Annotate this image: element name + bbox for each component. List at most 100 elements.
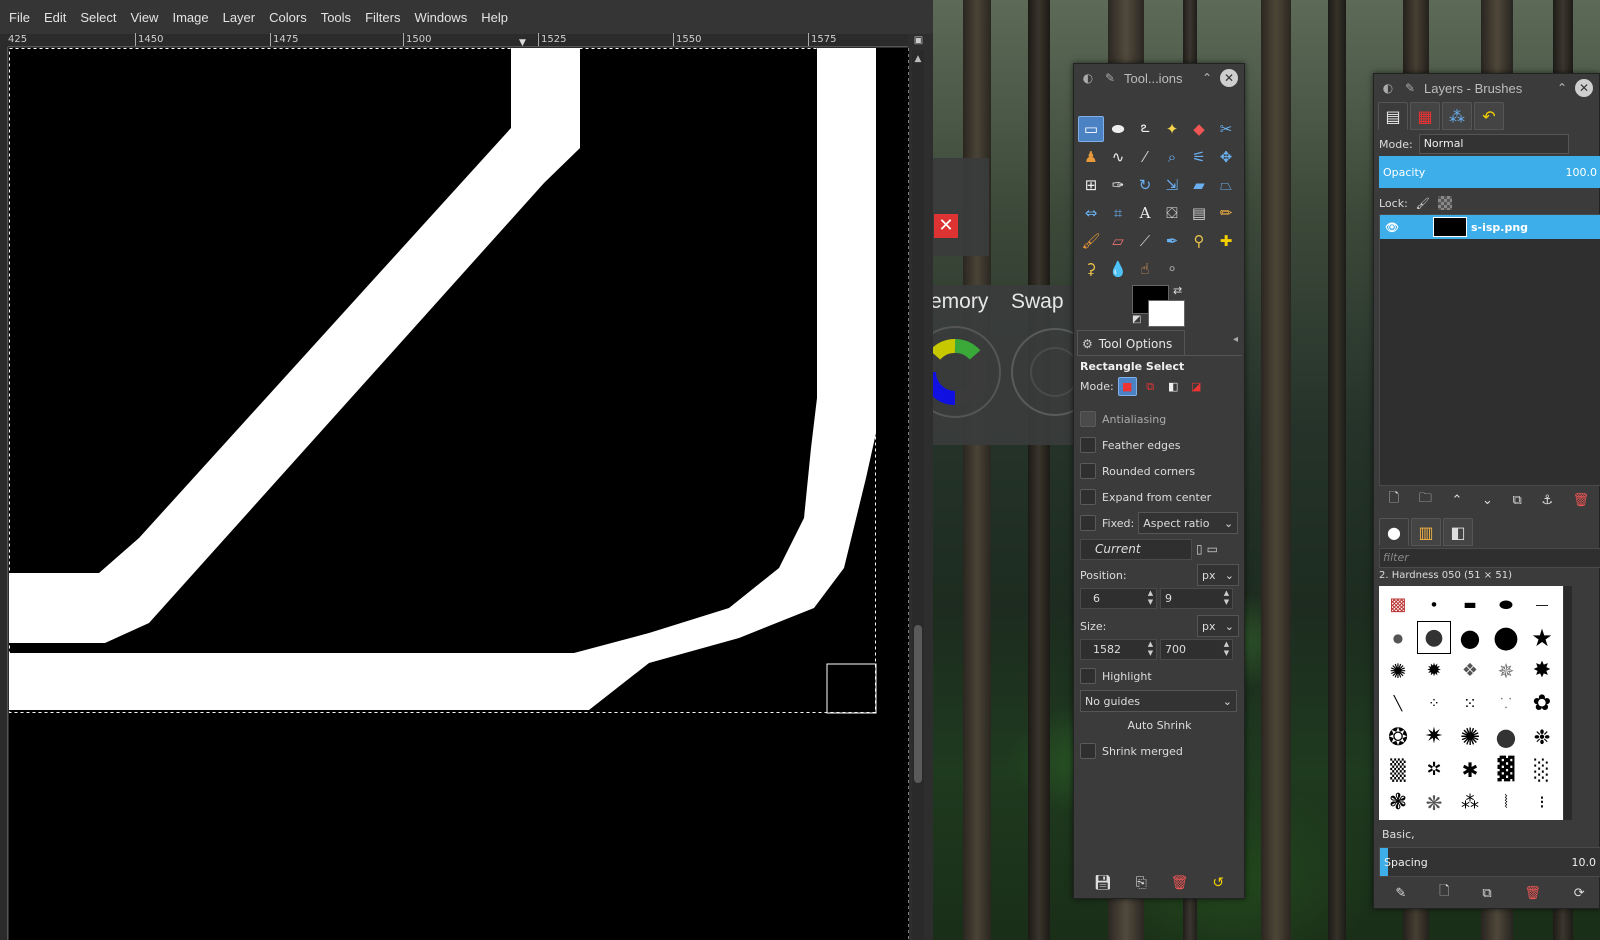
brush-item[interactable]: ✵ (1489, 654, 1523, 687)
alignment-tool-icon[interactable]: ⊞ (1078, 172, 1104, 198)
raise-layer-icon[interactable]: ⌃ (1451, 493, 1462, 508)
brush-item[interactable]: ❋ (1417, 786, 1451, 819)
edit-brush-icon[interactable]: ✎ (1395, 886, 1406, 901)
pin-icon[interactable]: ✎ (1402, 80, 1418, 96)
antialiasing-option[interactable]: Antialiasing (1080, 406, 1239, 432)
portrait-icon[interactable]: ▯ (1196, 542, 1203, 556)
flip-tool-icon[interactable]: ⇔ (1078, 200, 1104, 226)
delete-layer-icon[interactable]: 🗑︎ (1573, 493, 1590, 508)
brush-item[interactable]: ● (1381, 621, 1415, 654)
tab-tool-options[interactable]: ⚙ Tool Options (1077, 330, 1185, 356)
crop-tool-icon[interactable]: ✑ (1105, 172, 1131, 198)
horizontal-ruler[interactable]: 425 1450 1475 1500 1525 1550 1575 ▼ (8, 33, 908, 48)
brush-item[interactable]: ❉ (1525, 720, 1559, 753)
move-tool-icon[interactable]: ✥ (1213, 144, 1239, 170)
guides-dropdown[interactable]: No guides ⌄ (1080, 690, 1237, 712)
swap-colors-icon[interactable]: ⇄ (1173, 284, 1182, 297)
rounded-corners-option[interactable]: Rounded corners (1080, 458, 1239, 484)
brush-item[interactable]: ⸪ (1489, 687, 1523, 720)
menu-help[interactable]: Help (474, 10, 515, 25)
brush-item[interactable]: ✷ (1417, 720, 1451, 753)
brush-item[interactable]: ❃ (1381, 786, 1415, 819)
pencil-tool-icon[interactable]: ✏ (1213, 200, 1239, 226)
highlight-option[interactable]: Highlight (1080, 663, 1239, 689)
close-icon[interactable]: ✕ (934, 214, 958, 238)
default-colors-icon[interactable]: ◩ (1132, 314, 1141, 325)
menu-filters[interactable]: Filters (358, 10, 407, 25)
paintbrush-tool-icon[interactable]: 🖌 (1078, 228, 1104, 254)
delete-brush-icon[interactable]: 🗑︎ (1524, 886, 1541, 901)
brush-item[interactable]: ● (1417, 588, 1451, 621)
antialiasing-checkbox[interactable] (1080, 411, 1096, 427)
brush-item[interactable]: ❂ (1381, 720, 1415, 753)
mode-subtract-icon[interactable]: ◧ (1164, 377, 1183, 396)
free-select-tool-icon[interactable]: ఽ (1132, 116, 1158, 142)
new-layer-group-icon[interactable]: 🗀 (1419, 489, 1432, 511)
tab-gradients[interactable]: ◧ (1443, 518, 1473, 546)
brush-item[interactable]: ░ (1525, 753, 1559, 786)
collapse-icon[interactable]: ⌃ (1555, 81, 1569, 95)
quick-mask-toggle[interactable] (0, 34, 8, 47)
tab-patterns[interactable]: ▥ (1411, 518, 1441, 546)
pin-icon[interactable]: ✎ (1102, 70, 1118, 86)
brush-item[interactable]: ▩ (1381, 588, 1415, 621)
scroll-up-icon[interactable]: ▲ (912, 54, 924, 66)
position-unit-dropdown[interactable]: px ⌄ (1197, 564, 1239, 586)
layers-dock-header[interactable]: ◐ ✎ Layers - Brushes ⌃ ✕ (1374, 74, 1599, 102)
vertical-scrollbar[interactable]: ▲ (912, 50, 924, 940)
opacity-slider[interactable]: Opacity 100.0 (1379, 156, 1600, 188)
scale-tool-icon[interactable]: ⇲ (1159, 172, 1185, 198)
brush-item[interactable]: ✺ (1453, 720, 1487, 753)
restore-preset-icon[interactable]: ⎘ (1136, 875, 1147, 891)
brush-filter-input[interactable]: filter (1379, 548, 1600, 568)
save-preset-icon[interactable]: 💾︎ (1094, 875, 1112, 891)
brush-item[interactable]: ● (1489, 620, 1523, 655)
heal-tool-icon[interactable]: ✚ (1213, 228, 1239, 254)
mode-replace-icon[interactable]: ■ (1117, 377, 1137, 396)
zoom-tool-icon[interactable]: ⌕ (1159, 144, 1185, 170)
tab-brushes[interactable]: ● (1379, 518, 1409, 546)
brush-item[interactable]: ✹ (1417, 654, 1451, 687)
toolbox-header[interactable]: ◐ ✎ Tool...ions ⌃ ✕ (1074, 64, 1244, 92)
select-by-color-tool-icon[interactable]: ◆ (1186, 116, 1212, 142)
brush-item[interactable]: ✱ (1453, 753, 1487, 786)
paths-tool-icon[interactable]: ∿ (1105, 144, 1131, 170)
menu-edit[interactable]: Edit (37, 10, 73, 25)
color-picker-tool-icon[interactable]: ⁄ (1132, 144, 1158, 170)
blur-tool-icon[interactable]: 💧 (1105, 256, 1131, 282)
tab-channels[interactable]: ▦ (1410, 102, 1440, 130)
vertical-ruler[interactable] (0, 47, 8, 940)
brush-item[interactable]: ⦚ (1489, 786, 1523, 819)
feather-edges-option[interactable]: Feather edges (1080, 432, 1239, 458)
brush-item[interactable]: ⁙ (1453, 687, 1487, 720)
foreground-select-tool-icon[interactable]: ♟ (1078, 144, 1104, 170)
feather-edges-checkbox[interactable] (1080, 437, 1096, 453)
visibility-eye-icon[interactable]: 👁︎ (1385, 221, 1399, 234)
anchor-layer-icon[interactable]: ⚓ (1541, 493, 1553, 508)
menu-windows[interactable]: Windows (407, 10, 474, 25)
size-unit-dropdown[interactable]: px ⌄ (1197, 615, 1239, 637)
cage-transform-tool-icon[interactable]: ⌗ (1105, 200, 1131, 226)
fuzzy-select-tool-icon[interactable]: ✦ (1159, 116, 1185, 142)
expand-from-center-checkbox[interactable] (1080, 489, 1096, 505)
brush-item[interactable]: ✸ (1525, 654, 1559, 687)
brush-scrollbar[interactable] (1564, 586, 1572, 820)
brush-item[interactable]: ⬬ (1489, 588, 1523, 621)
mode-intersect-icon[interactable]: ◪ (1187, 377, 1206, 396)
shear-tool-icon[interactable]: ▰ (1186, 172, 1212, 198)
brush-item[interactable]: ● (1453, 621, 1487, 654)
shrink-merged-option[interactable]: Shrink merged (1080, 738, 1239, 764)
tab-undo-history[interactable]: ↶ (1474, 102, 1504, 130)
lock-alpha-icon[interactable] (1437, 196, 1452, 210)
close-icon[interactable]: ✕ (1575, 79, 1593, 97)
shrink-merged-checkbox[interactable] (1080, 743, 1096, 759)
ellipse-select-tool-icon[interactable]: ⬬ (1105, 116, 1131, 142)
bucket-fill-tool-icon[interactable]: ⛋ (1159, 200, 1185, 226)
brush-item[interactable]: ● (1489, 720, 1523, 753)
measure-tool-icon[interactable]: ⚟ (1186, 144, 1212, 170)
brush-item[interactable]: ⁝ (1525, 786, 1559, 819)
landscape-icon[interactable]: ▭ (1207, 542, 1218, 556)
refresh-brushes-icon[interactable]: ⟳ (1574, 886, 1585, 901)
brush-item[interactable]: ❖ (1453, 654, 1487, 687)
perspective-tool-icon[interactable]: ⏢ (1213, 172, 1239, 198)
